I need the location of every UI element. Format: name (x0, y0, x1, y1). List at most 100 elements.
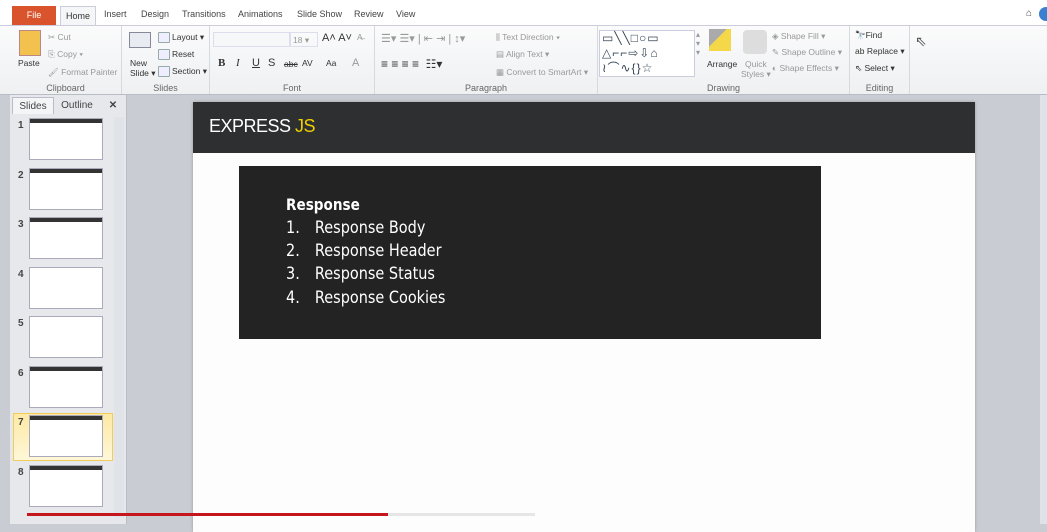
tab-outline[interactable]: Outline (56, 97, 98, 114)
gallery-scroll[interactable]: ▴ ▾ ▾ (696, 30, 700, 57)
tab-file[interactable]: File (12, 6, 56, 25)
new-slide-label-2: Slide (130, 68, 149, 78)
new-slide-button[interactable]: New Slide ▾ (130, 58, 156, 79)
close-panel-icon[interactable]: ✕ (106, 97, 120, 114)
copy-label: Copy (57, 49, 78, 59)
italic-button[interactable]: I (236, 57, 240, 69)
bold-button[interactable]: B (218, 57, 225, 69)
item-number: 2. (286, 241, 300, 261)
paste-button[interactable]: Paste (18, 58, 40, 68)
strikethrough-button[interactable]: abc (284, 59, 298, 69)
ribbon-tabs: File Home Insert Design Transitions Anim… (0, 6, 1047, 26)
clipboard-label: Clipboard (46, 83, 85, 93)
tab-home[interactable]: Home (60, 6, 96, 26)
quick-styles-button[interactable]: Quick Styles ▾ (741, 59, 771, 80)
minimize-ribbon-icon[interactable]: ⌂ (1026, 8, 1032, 19)
title-main: EXPRESS (209, 116, 296, 136)
tab-slides[interactable]: Slides (12, 97, 54, 114)
slide-thumbnail[interactable] (29, 316, 103, 358)
video-progress-fill (27, 513, 388, 516)
list-item: 4. Response Cookies (286, 288, 445, 308)
font-color-button[interactable]: A (352, 57, 359, 69)
item-text: Response Body (314, 218, 426, 238)
find-button[interactable]: 🔭Find (855, 30, 882, 41)
slide-thumbnail[interactable] (29, 365, 103, 408)
tab-view[interactable]: View (396, 9, 415, 19)
paragraph-label: Paragraph (464, 83, 508, 93)
slide-canvas[interactable]: EXPRESS JS Response 1. Response Body 2. Re… (193, 102, 975, 532)
select-label: Select (864, 63, 889, 73)
reset-icon (158, 49, 170, 61)
cut-button[interactable]: ✂ Cut (48, 32, 71, 43)
copy-button[interactable]: ⎘ Copy ▾ (48, 49, 83, 60)
tab-transitions[interactable]: Transitions (182, 9, 226, 19)
shape-outline-button[interactable]: ✎ Shape Outline ▾ (772, 47, 842, 58)
shape-fill-label: Shape Fill (780, 31, 819, 41)
slide-header: EXPRESS JS (193, 102, 975, 153)
reset-button[interactable]: Reset (158, 49, 194, 61)
slide-title[interactable]: EXPRESS JS (209, 116, 316, 137)
slide-thumbnail[interactable] (29, 217, 103, 259)
change-case-button[interactable]: Aa (326, 58, 336, 68)
tab-animations[interactable]: Animations (238, 9, 283, 19)
video-progress-bar[interactable] (27, 513, 535, 516)
arrange-button[interactable]: Arrange (707, 59, 737, 69)
content-heading: Response (286, 195, 360, 214)
slide-thumbnail[interactable] (29, 266, 103, 309)
shape-outline-label: Shape Outline (781, 47, 836, 57)
shape-effects-button[interactable]: ◐ Shape Effects ▾ (772, 63, 839, 74)
format-painter-button[interactable]: 🖌 Format Painter (48, 67, 117, 78)
list-buttons[interactable]: ☰▾ ☰▾ | ⇤ ⇥ | ↕▾ (381, 32, 465, 45)
font-size-value: 18 (293, 35, 303, 45)
slide-thumbnail[interactable] (29, 118, 103, 160)
thumb-header (30, 168, 102, 173)
shapes-gallery[interactable]: ▭╲╲□○▭ △⌐⌐⇨⇩⌂ ≀⌒∿{}☆ (599, 30, 695, 77)
quick-styles-label: Quick (745, 59, 767, 69)
list-item: 1. Response Body (286, 218, 425, 238)
font-family-select[interactable] (213, 32, 290, 47)
list-item: 2. Response Header (286, 241, 442, 261)
tab-design[interactable]: Design (141, 9, 169, 19)
char-spacing-button[interactable]: AV (302, 58, 313, 68)
item-number: 4. (286, 288, 300, 308)
section-icon (158, 66, 170, 78)
thumb-header (30, 119, 102, 123)
layout-button[interactable]: Layout ▾ (158, 32, 204, 44)
select-button[interactable]: ⇖ Select ▾ (855, 63, 895, 74)
slide-thumbnail[interactable] (29, 167, 103, 210)
slides-group: New Slide ▾ Layout ▾ Reset Section ▾ Slid… (122, 26, 210, 94)
vertical-scrollbar[interactable] (1040, 95, 1047, 524)
align-buttons[interactable]: ≡ ≡ ≡ ≡ ☷▾ (381, 57, 442, 71)
layout-label: Layout (172, 32, 198, 42)
tab-review[interactable]: Review (354, 9, 384, 19)
text-direction-button[interactable]: ⫼ Text Direction ▾ (496, 32, 560, 43)
slide-number: 3 (18, 219, 24, 230)
drawing-group: ▭╲╲□○▭ △⌐⌐⇨⇩⌂ ≀⌒∿{}☆ ▴ ▾ ▾ Arrange Quick Styl… (598, 26, 850, 94)
font-size-select[interactable]: 18 ▾ (290, 32, 318, 47)
new-slide-icon (129, 32, 151, 48)
grow-font-icon[interactable]: A˄ A˅ (322, 32, 352, 44)
paragraph-group: ☰▾ ☰▾ | ⇤ ⇥ | ↕▾ ≡ ≡ ≡ ≡ ☷▾ ⫼ Text Direc… (375, 26, 598, 94)
section-button[interactable]: Section ▾ (158, 66, 207, 78)
tab-slide-show[interactable]: Slide Show (297, 9, 342, 19)
shape-fill-button[interactable]: ◈ Shape Fill ▾ (772, 31, 825, 42)
thumb-header (30, 218, 102, 222)
convert-smartart-label: Convert to SmartArt (506, 67, 582, 77)
content-box[interactable]: Response 1. Response Body 2. Response Head… (239, 166, 821, 339)
slide-thumbnail[interactable] (29, 415, 103, 457)
font-group: 18 ▾ A˄ A˅ A̶ B I U S abc AV Aa A Font (210, 26, 375, 94)
underline-button[interactable]: U (252, 57, 260, 69)
layout-icon (158, 32, 170, 44)
quick-styles-icon (743, 30, 767, 54)
convert-smartart-button[interactable]: ▦ Convert to SmartArt ▾ (496, 67, 588, 78)
replace-button[interactable]: ab Replace ▾ (855, 46, 905, 57)
cut-label: Cut (57, 32, 71, 42)
slide-thumbnail[interactable] (29, 464, 103, 507)
slide-number: 7 (18, 417, 24, 428)
tab-insert[interactable]: Insert (104, 9, 127, 19)
panel-scrollbar[interactable] (114, 117, 124, 517)
align-text-button[interactable]: ▤ Align Text ▾ (496, 49, 549, 60)
shadow-button[interactable]: S (268, 57, 275, 69)
clear-formatting-icon[interactable]: A̶ (357, 32, 363, 42)
help-icon[interactable] (1039, 7, 1047, 21)
